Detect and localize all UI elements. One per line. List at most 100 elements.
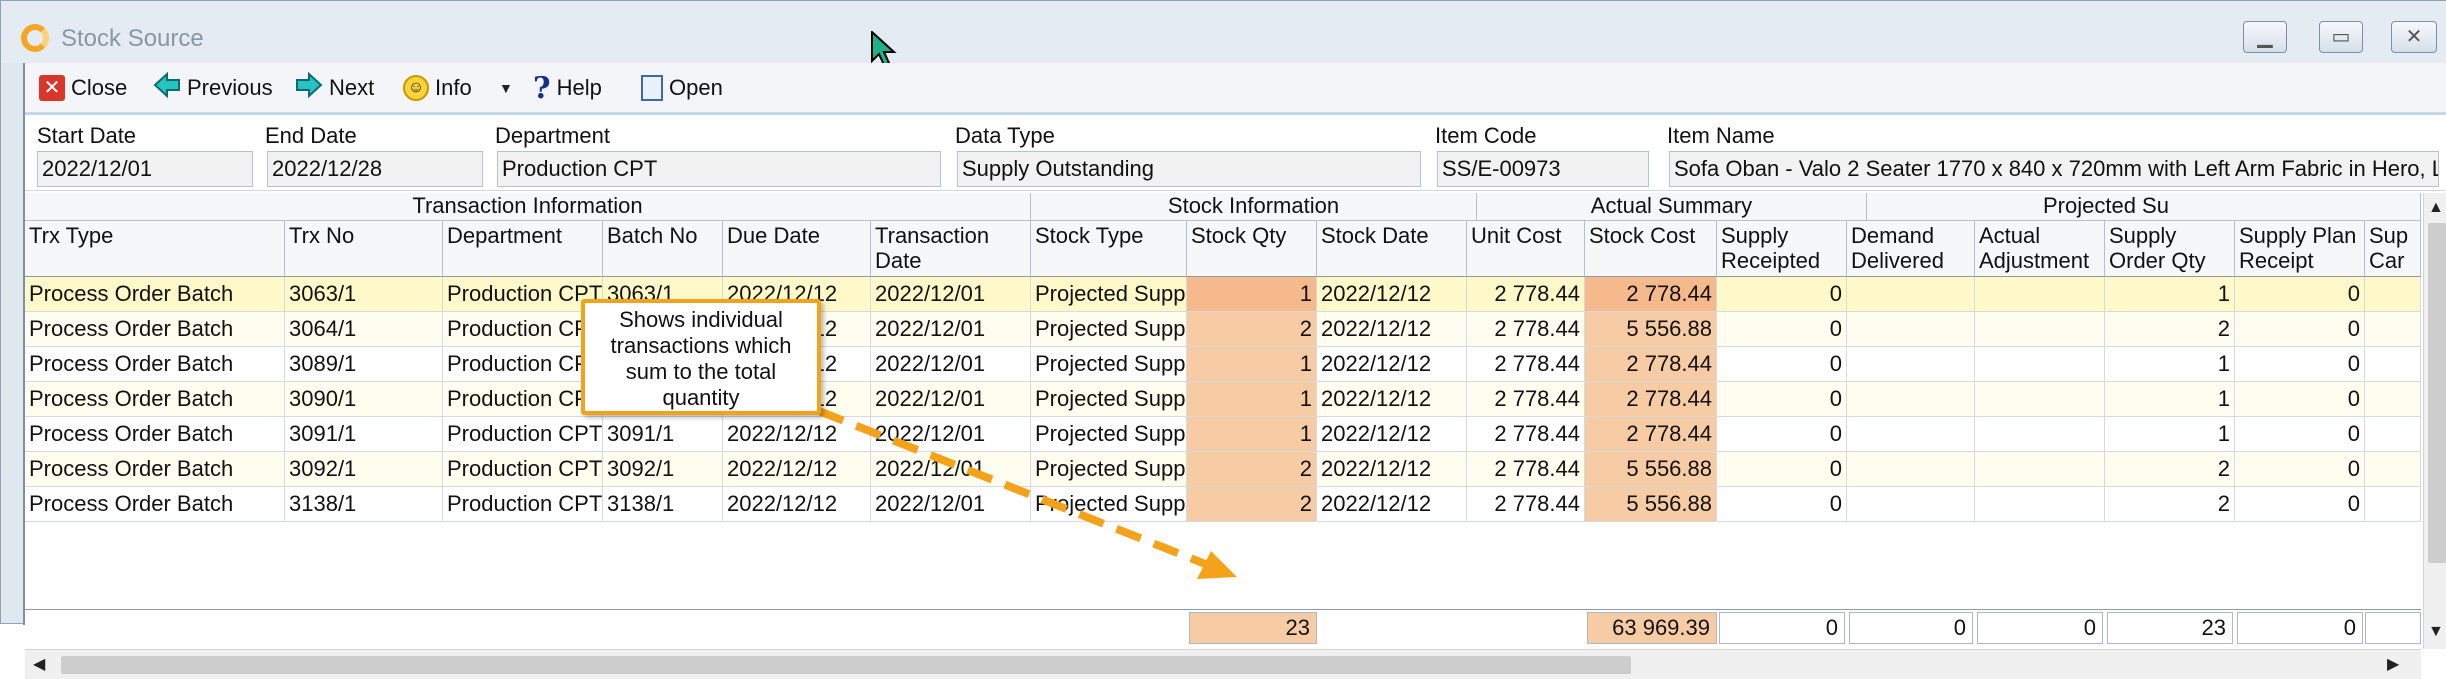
cell-supply-cancel[interactable] [2365,382,2421,417]
cell-supply-order-qty[interactable]: 1 [2105,277,2235,312]
cell-supply-receipted[interactable]: 0 [1717,452,1847,487]
cell-trx-type[interactable]: Process Order Batch [25,487,285,522]
cell-stock-date[interactable]: 2022/12/12 [1317,347,1467,382]
cell-trx-type[interactable]: Process Order Batch [25,452,285,487]
cell-stock-date[interactable]: 2022/12/12 [1317,277,1467,312]
data-type-field[interactable]: Supply Outstanding [957,151,1421,187]
cell-stock-date[interactable]: 2022/12/12 [1317,312,1467,347]
cell-supply-order-qty[interactable]: 2 [2105,487,2235,522]
cell-stock-qty[interactable]: 1 [1187,417,1317,452]
cell-unit-cost[interactable]: 2 778.44 [1467,487,1585,522]
cell-supply-cancel[interactable] [2365,277,2421,312]
cell-unit-cost[interactable]: 2 778.44 [1467,382,1585,417]
scroll-up-icon[interactable]: ▲ [2428,199,2444,217]
cell-supply-receipted[interactable]: 0 [1717,277,1847,312]
cell-supply-plan-receipt[interactable]: 0 [2235,277,2365,312]
item-code-field[interactable]: SS/E-00973 [1437,151,1649,187]
horizontal-scrollbar[interactable]: ◀ ▶ [25,649,2421,679]
cell-stock-cost[interactable]: 2 778.44 [1585,417,1717,452]
cell-trx-type[interactable]: Process Order Batch [25,312,285,347]
cell-department[interactable]: Production CPT [443,347,603,382]
cell-stock-qty[interactable]: 2 [1187,487,1317,522]
col-supply-order-qty[interactable]: Supply Order Qty [2105,221,2235,277]
cell-stock-type[interactable]: Projected Suppl [1031,487,1187,522]
cell-supply-plan-receipt[interactable]: 0 [2235,452,2365,487]
col-actual-adjustment[interactable]: Actual Adjustment [1975,221,2105,277]
cell-transaction-date[interactable]: 2022/12/01 [871,277,1031,312]
cell-transaction-date[interactable]: 2022/12/01 [871,382,1031,417]
col-stock-type[interactable]: Stock Type [1031,221,1187,277]
cell-demand-delivered[interactable] [1847,312,1975,347]
cell-supply-plan-receipt[interactable]: 0 [2235,417,2365,452]
cell-supply-cancel[interactable] [2365,417,2421,452]
table-row[interactable]: Process Order Batch3090/1Production CPT3… [25,382,2421,417]
cell-unit-cost[interactable]: 2 778.44 [1467,312,1585,347]
cell-batch-no[interactable]: 3091/1 [603,417,723,452]
cell-stock-qty[interactable]: 2 [1187,452,1317,487]
next-button[interactable]: Next [295,71,374,105]
cell-stock-cost[interactable]: 5 556.88 [1585,487,1717,522]
cell-trx-no[interactable]: 3089/1 [285,347,443,382]
cell-stock-cost[interactable]: 2 778.44 [1585,277,1717,312]
cell-batch-no[interactable]: 3092/1 [603,452,723,487]
cell-supply-order-qty[interactable]: 2 [2105,452,2235,487]
cell-stock-qty[interactable]: 1 [1187,382,1317,417]
cell-department[interactable]: Production CPT [443,452,603,487]
table-row[interactable]: Process Order Batch3089/1Production CPT3… [25,347,2421,382]
vertical-scroll-thumb[interactable] [2428,223,2446,563]
cell-demand-delivered[interactable] [1847,417,1975,452]
cell-transaction-date[interactable]: 2022/12/01 [871,452,1031,487]
scroll-left-icon[interactable]: ◀ [33,654,45,674]
cell-actual-adjustment[interactable] [1975,347,2105,382]
col-unit-cost[interactable]: Unit Cost [1467,221,1585,277]
cell-unit-cost[interactable]: 2 778.44 [1467,277,1585,312]
cell-stock-date[interactable]: 2022/12/12 [1317,382,1467,417]
cell-actual-adjustment[interactable] [1975,452,2105,487]
cell-supply-receipted[interactable]: 0 [1717,347,1847,382]
col-trx-no[interactable]: Trx No [285,221,443,277]
cell-supply-order-qty[interactable]: 1 [2105,347,2235,382]
cell-transaction-date[interactable]: 2022/12/01 [871,312,1031,347]
cell-unit-cost[interactable]: 2 778.44 [1467,452,1585,487]
cell-supply-cancel[interactable] [2365,347,2421,382]
cell-supply-plan-receipt[interactable]: 0 [2235,382,2365,417]
cell-stock-date[interactable]: 2022/12/12 [1317,417,1467,452]
cell-department[interactable]: Production CPT [443,417,603,452]
cell-demand-delivered[interactable] [1847,487,1975,522]
cell-stock-qty[interactable]: 1 [1187,277,1317,312]
col-supply-cancel[interactable]: Sup Car [2365,221,2421,277]
col-stock-date[interactable]: Stock Date [1317,221,1467,277]
cell-due-date[interactable]: 2022/12/12 [723,452,871,487]
cell-trx-no[interactable]: 3064/1 [285,312,443,347]
scroll-right-icon[interactable]: ▶ [2387,654,2399,674]
cell-actual-adjustment[interactable] [1975,312,2105,347]
close-button[interactable]: ✕ Close [39,71,127,105]
restore-button[interactable]: ▭ [2319,21,2363,53]
cell-supply-receipted[interactable]: 0 [1717,417,1847,452]
cell-unit-cost[interactable]: 2 778.44 [1467,347,1585,382]
cell-stock-qty[interactable]: 2 [1187,312,1317,347]
cell-trx-no[interactable]: 3063/1 [285,277,443,312]
department-field[interactable]: Production CPT [497,151,941,187]
cell-actual-adjustment[interactable] [1975,487,2105,522]
cell-unit-cost[interactable]: 2 778.44 [1467,417,1585,452]
cell-trx-no[interactable]: 3090/1 [285,382,443,417]
cell-stock-type[interactable]: Projected Suppl [1031,452,1187,487]
cell-department[interactable]: Production CPT [443,382,603,417]
cell-due-date[interactable]: 2022/12/12 [723,487,871,522]
col-supply-receipted[interactable]: Supply Receipted [1717,221,1847,277]
table-row[interactable]: Process Order Batch 3063/1 Production CPT 3… [25,277,2421,312]
table-row[interactable]: Process Order Batch 3091/1 Production CPT 3… [25,417,2421,452]
cell-stock-type[interactable]: Projected Suppl [1031,382,1187,417]
cell-batch-no[interactable]: 3138/1 [603,487,723,522]
col-due-date[interactable]: Due Date [723,221,871,277]
cell-stock-type[interactable]: Projected Suppl [1031,417,1187,452]
info-button[interactable]: ☺ Info [403,71,472,105]
cell-supply-plan-receipt[interactable]: 0 [2235,312,2365,347]
cell-trx-no[interactable]: 3138/1 [285,487,443,522]
cell-supply-receipted[interactable]: 0 [1717,312,1847,347]
cell-stock-cost[interactable]: 2 778.44 [1585,347,1717,382]
cell-trx-no[interactable]: 3092/1 [285,452,443,487]
cell-trx-type[interactable]: Process Order Batch [25,417,285,452]
cell-supply-plan-receipt[interactable]: 0 [2235,487,2365,522]
